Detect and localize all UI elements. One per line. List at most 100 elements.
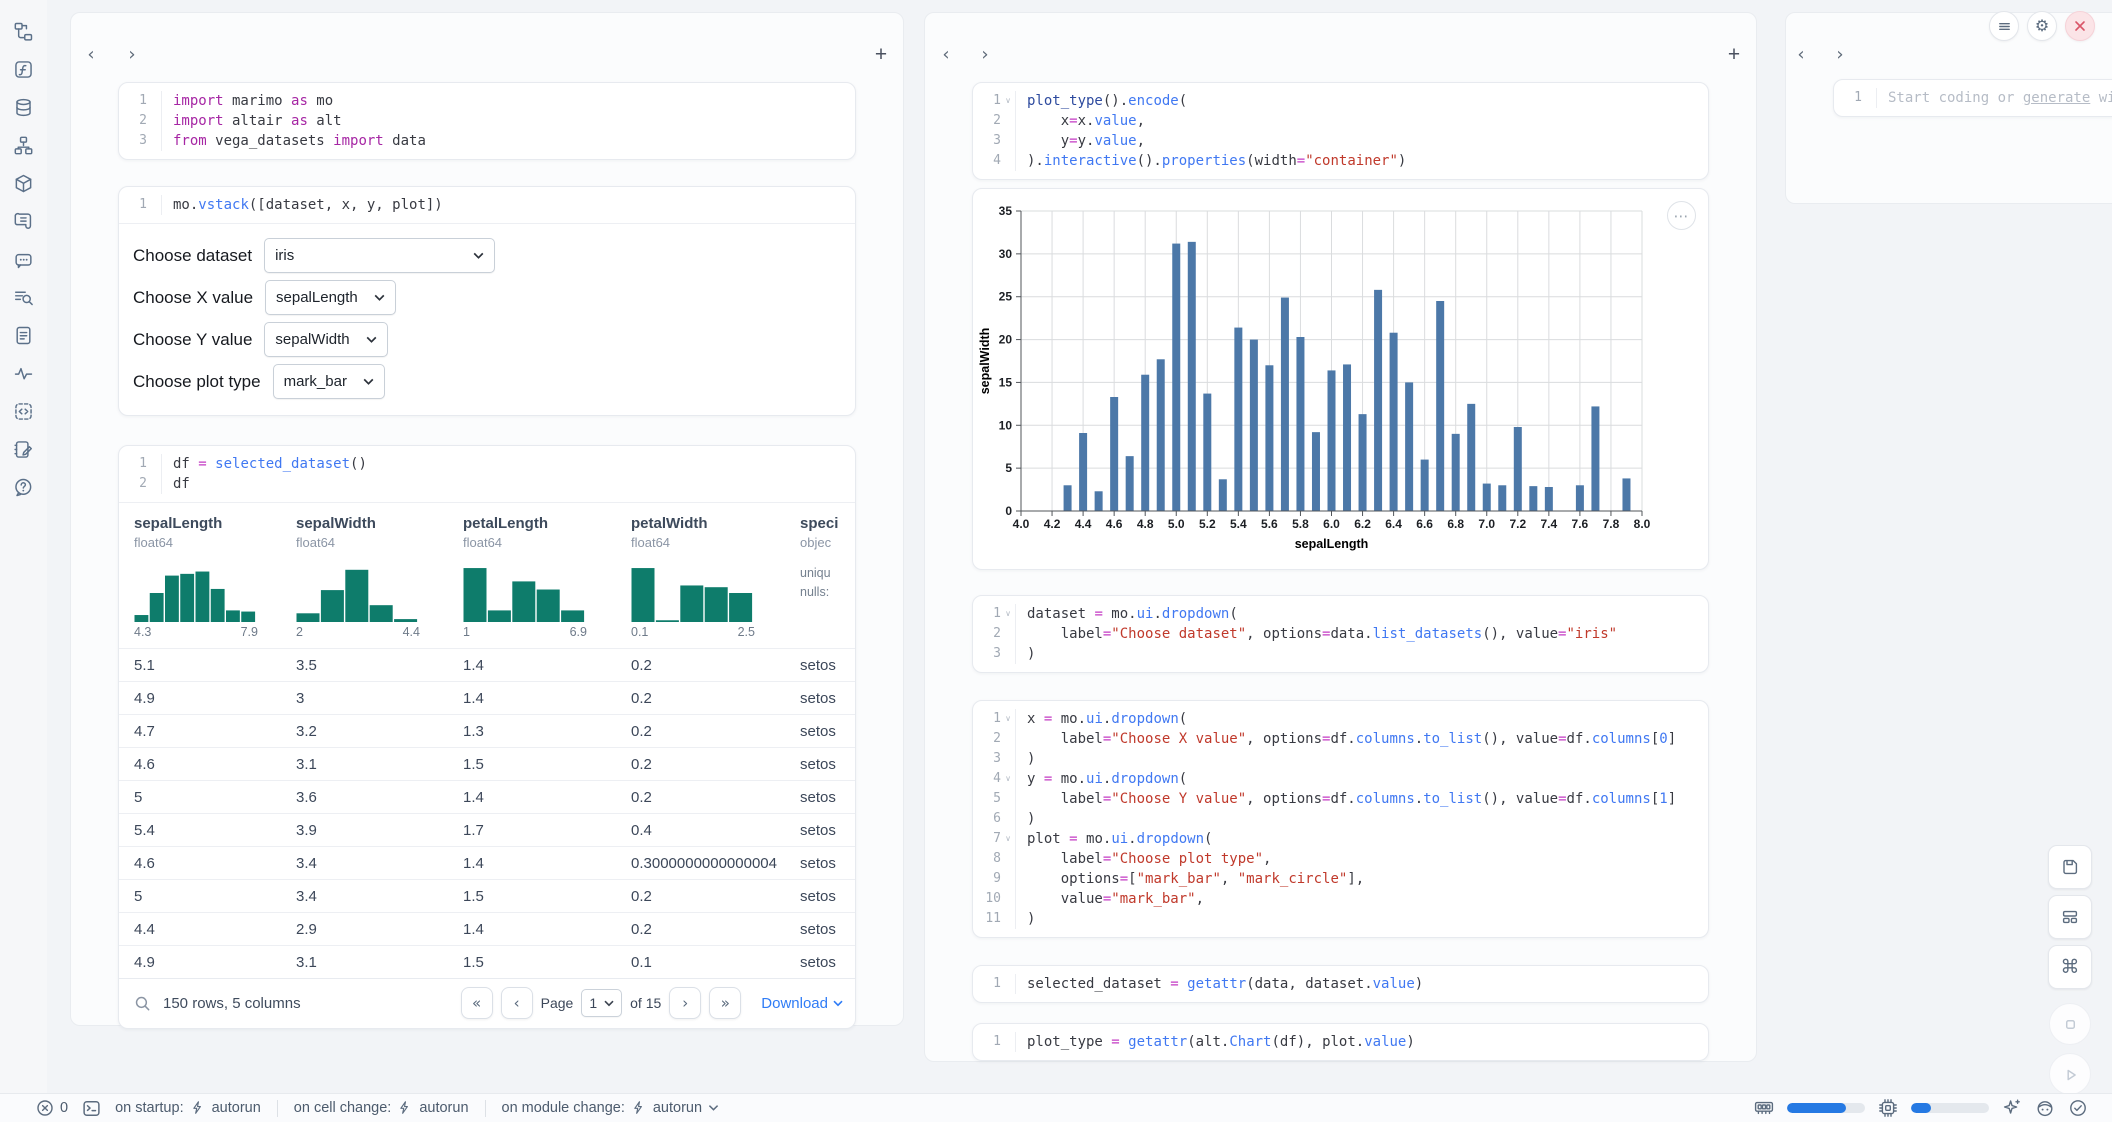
empty-code-cell[interactable]: 1 Start coding or generate with <box>1833 79 2112 117</box>
tracing-icon[interactable] <box>13 362 35 384</box>
functions-icon[interactable] <box>13 58 35 80</box>
table-row[interactable]: 4.63.41.40.3000000000000004setos <box>119 846 855 879</box>
cell-value: 0.2 <box>631 921 800 938</box>
code-placeholder[interactable]: Start coding or generate with <box>1876 88 2112 108</box>
snippets-icon[interactable] <box>13 400 35 422</box>
table-column-header[interactable]: petalWidthfloat640.12.5 <box>631 515 800 648</box>
autorun-setting[interactable]: on cell change:autorun <box>294 1100 469 1116</box>
table-column-header[interactable]: sepalLengthfloat644.37.9 <box>134 515 296 648</box>
choose-x-value-select[interactable]: sepalLength <box>265 280 396 315</box>
first-page-button[interactable]: « <box>461 987 493 1019</box>
choose-plot-type-select[interactable]: mark_bar <box>273 364 385 399</box>
scripts-icon[interactable] <box>13 210 35 232</box>
next-page-button[interactable]: › <box>669 987 701 1019</box>
table-column-header[interactable]: speciobjecuniqunulls: <box>800 515 855 648</box>
close-button[interactable] <box>2065 11 2095 41</box>
download-button[interactable]: Download <box>761 995 843 1012</box>
prev-page-button[interactable]: ‹ <box>501 987 533 1019</box>
table-row[interactable]: 5.43.91.70.4setos <box>119 813 855 846</box>
code-cell-dataframe[interactable]: 1df = selected_dataset()2df sepalLengthf… <box>118 445 856 1029</box>
column-prev-button[interactable]: ‹ <box>78 41 104 67</box>
ai-chat-icon[interactable] <box>13 248 35 270</box>
cpu-usage-meter[interactable] <box>1911 1103 1989 1113</box>
line-number: 2 <box>973 624 1001 644</box>
code-cell-selected-dataset[interactable]: 1selected_dataset = getattr(data, datase… <box>972 965 1709 1003</box>
code-cell-plot-type[interactable]: 1plot_type = getattr(alt.Chart(df), plot… <box>972 1023 1709 1061</box>
run-button[interactable] <box>2049 1053 2091 1095</box>
table-row[interactable]: 5.13.51.40.2setos <box>119 648 855 681</box>
table-row[interactable]: 53.61.40.2setos <box>119 780 855 813</box>
menu-button[interactable] <box>1989 11 2019 41</box>
cell-value: 3.4 <box>296 888 463 905</box>
save-button[interactable] <box>2048 845 2092 889</box>
fold-icon[interactable]: ∨ <box>1001 829 1015 849</box>
table-column-header[interactable]: petalLengthfloat6416.9 <box>463 515 631 648</box>
column-name: sepalWidth <box>296 515 463 532</box>
packages-icon[interactable] <box>13 172 35 194</box>
scratchpad-icon[interactable] <box>13 438 35 460</box>
autorun-setting[interactable]: on module change:autorun <box>502 1100 720 1116</box>
cell-value: 5 <box>134 888 296 905</box>
table-row[interactable]: 4.63.11.50.2setos <box>119 747 855 780</box>
column-next-button[interactable]: › <box>972 41 998 67</box>
table-row[interactable]: 4.42.91.40.2setos <box>119 912 855 945</box>
chart-actions-button[interactable]: ⋯ <box>1667 201 1696 230</box>
search-icon[interactable] <box>131 992 153 1014</box>
datasources-icon[interactable] <box>13 96 35 118</box>
memory-usage-meter[interactable] <box>1787 1103 1865 1113</box>
command-palette-button[interactable]: ⌘ <box>2048 945 2092 989</box>
settings-button[interactable]: ⚙ <box>2027 11 2057 41</box>
column-next-button[interactable]: › <box>1827 41 1853 67</box>
kernel-status-icon[interactable] <box>2068 1098 2088 1118</box>
svg-text:5: 5 <box>1005 461 1012 475</box>
svg-text:30: 30 <box>999 247 1013 261</box>
code-text: selected_dataset = getattr(data, dataset… <box>1015 974 1698 994</box>
error-count-indicator[interactable]: 0 <box>36 1099 68 1117</box>
line-number: 1 <box>973 91 1001 111</box>
assistant-button[interactable] <box>2035 1098 2055 1118</box>
layout-button[interactable] <box>2048 895 2092 939</box>
code-cell-imports[interactable]: 1import marimo as mo2import altair as al… <box>118 82 856 160</box>
code-line: 3 y=y.value, <box>973 131 1698 151</box>
code-line: 1selected_dataset = getattr(data, datase… <box>973 974 1698 994</box>
stop-button[interactable] <box>2049 1003 2091 1045</box>
column-prev-button[interactable]: ‹ <box>1788 41 1814 67</box>
fold-icon[interactable]: ∨ <box>1001 604 1015 624</box>
fold-icon[interactable]: ∨ <box>1001 709 1015 729</box>
svg-text:25: 25 <box>999 290 1013 304</box>
terminal-button[interactable] <box>82 1099 101 1118</box>
code-cell-vstack[interactable]: 1mo.vstack([dataset, x, y, plot]) Choose… <box>118 186 856 416</box>
last-page-button[interactable]: » <box>709 987 741 1019</box>
ai-sparkle-button[interactable] <box>2002 1098 2022 1118</box>
code-cell-plot[interactable]: 1∨plot_type().encode(2 x=x.value,3 y=y.v… <box>972 82 1709 180</box>
cell-value: 0.2 <box>631 756 800 773</box>
file-explorer-icon[interactable] <box>13 20 35 42</box>
logs-search-icon[interactable] <box>13 286 35 308</box>
autorun-setting[interactable]: on startup:autorun <box>115 1100 261 1116</box>
bar-chart[interactable]: 051015202530354.04.24.44.64.85.05.25.45.… <box>973 189 1711 569</box>
choose-dataset-select[interactable]: iris <box>264 238 495 273</box>
fold-icon[interactable]: ∨ <box>1001 91 1015 111</box>
table-row[interactable]: 4.93.11.50.1setos <box>119 945 855 978</box>
dependency-graph-icon[interactable] <box>13 134 35 156</box>
page-select[interactable]: 1 <box>581 989 622 1017</box>
code-cell-xy-plot-dropdowns[interactable]: 1∨x = mo.ui.dropdown(2 label="Choose X v… <box>972 700 1709 938</box>
cell-value: 5.4 <box>134 822 296 839</box>
column-next-button[interactable]: › <box>119 41 145 67</box>
help-icon[interactable] <box>13 476 35 498</box>
code-cell-dataset-dropdown[interactable]: 1∨dataset = mo.ui.dropdown(2 label="Choo… <box>972 595 1709 673</box>
table-row[interactable]: 4.73.21.30.2setos <box>119 714 855 747</box>
choose-y-value-select[interactable]: sepalWidth <box>264 322 387 357</box>
status-bar: 0 on startup:autorun on cell change:autor… <box>0 1093 2112 1122</box>
code-line: 2df <box>119 474 845 494</box>
add-cell-button[interactable]: + <box>867 41 895 69</box>
table-row[interactable]: 4.931.40.2setos <box>119 681 855 714</box>
cell-value: 3.1 <box>296 756 463 773</box>
add-cell-button[interactable]: + <box>1720 41 1748 69</box>
column-toolbar: ‹ › + <box>925 41 1756 69</box>
fold-icon[interactable]: ∨ <box>1001 769 1015 789</box>
documentation-icon[interactable] <box>13 324 35 346</box>
table-column-header[interactable]: sepalWidthfloat6424.4 <box>296 515 463 648</box>
table-row[interactable]: 53.41.50.2setos <box>119 879 855 912</box>
column-prev-button[interactable]: ‹ <box>933 41 959 67</box>
